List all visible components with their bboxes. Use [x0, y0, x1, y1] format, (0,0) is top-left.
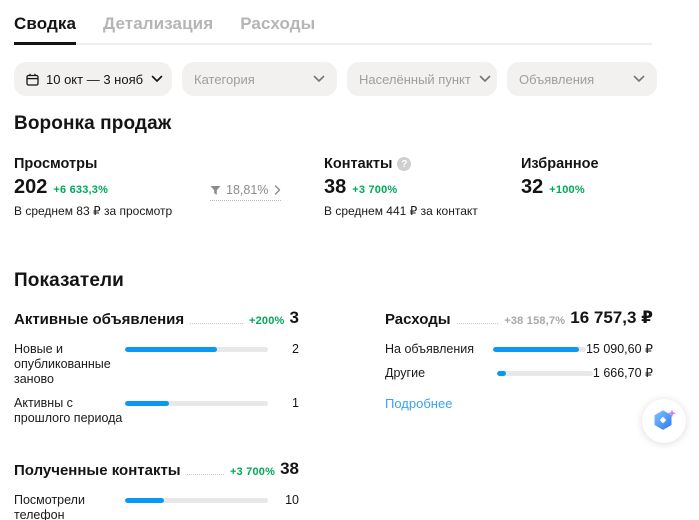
- metric-views-delta: +6 633,3%: [53, 184, 108, 196]
- metric-contacts-value: 38: [324, 176, 346, 199]
- date-range-value: 10 окт — 3 нояб: [46, 72, 143, 87]
- progress-bar: [493, 347, 586, 352]
- metric-contacts-label: Контакты: [324, 156, 392, 172]
- help-icon[interactable]: ?: [397, 157, 411, 171]
- chevron-down-icon: [479, 75, 491, 83]
- ai-assistant-button[interactable]: [642, 399, 686, 443]
- card-title: Полученные контакты: [14, 462, 181, 479]
- category-dropdown[interactable]: Категория: [182, 62, 337, 96]
- tab-bar: Сводка Детализация Расходы: [14, 14, 652, 45]
- card-expenses: Расходы +38 158,7% 16 757,3 ₽ На объявле…: [385, 308, 653, 413]
- card-delta: +200%: [249, 315, 285, 327]
- bar-row: На объявления 15 090,60 ₽: [385, 342, 653, 357]
- listings-placeholder: Объявления: [519, 72, 625, 87]
- dotted-leader: [187, 474, 224, 475]
- metric-views-label: Просмотры: [14, 156, 210, 172]
- metric-views-value: 202: [14, 176, 47, 199]
- card-delta: +3 700%: [230, 466, 275, 478]
- bar-label: Посмотрели телефон: [14, 493, 125, 520]
- bar-label: Активны с прошлого периода: [14, 396, 125, 426]
- progress-bar: [125, 401, 268, 406]
- avito-analytics-page: Сводка Детализация Расходы 10 окт — 3 но…: [0, 0, 699, 520]
- indicator-cards: Активные объявления +200% 3 Новые и опуб…: [14, 308, 699, 520]
- metric-favorites-label: Избранное: [521, 156, 599, 172]
- metric-favorites-delta: +100%: [549, 184, 585, 196]
- card-total: 38: [280, 459, 299, 479]
- filter-bar: 10 окт — 3 нояб Категория Населённый пун…: [14, 62, 699, 96]
- bar-row: Другие 1 666,70 ₽: [385, 366, 653, 381]
- dotted-leader: [190, 323, 243, 324]
- progress-bar: [125, 498, 268, 503]
- ai-assistant-icon: [650, 407, 678, 435]
- metric-views-sub: В среднем 83 ₽ за просмотр: [14, 204, 210, 218]
- metric-favorites-value: 32: [521, 176, 543, 199]
- tab-details[interactable]: Детализация: [103, 14, 213, 43]
- funnel-section-title: Воронка продаж: [14, 113, 699, 135]
- conversion-views-to-contacts[interactable]: 18,81%: [210, 183, 324, 218]
- progress-bar: [497, 371, 593, 376]
- location-placeholder: Населённый пункт: [359, 72, 471, 87]
- date-range-dropdown[interactable]: 10 окт — 3 нояб: [14, 62, 172, 96]
- bar-value: 1: [268, 396, 299, 411]
- chevron-down-icon: [151, 75, 163, 83]
- metric-contacts-sub: В среднем 441 ₽ за контакт: [324, 204, 521, 218]
- expenses-details-link[interactable]: Подробнее: [385, 396, 452, 411]
- bar-value: 1 666,70 ₽: [593, 366, 653, 381]
- chevron-right-icon: [274, 185, 281, 195]
- bar-row: Новые и опубликованные заново 2: [14, 342, 299, 387]
- bar-value: 15 090,60 ₽: [586, 342, 653, 357]
- bar-label: На объявления: [385, 342, 493, 357]
- chevron-down-icon: [313, 75, 325, 83]
- bar-row: Активны с прошлого периода 1: [14, 396, 299, 426]
- metric-views: Просмотры 202 +6 633,3% В среднем 83 ₽ з…: [14, 156, 210, 218]
- card-received-contacts: Полученные контакты +3 700% 38 Посмотрел…: [14, 459, 299, 520]
- chevron-down-icon: [633, 75, 645, 83]
- bar-value: 2: [268, 342, 299, 357]
- bar-label: Новые и опубликованные заново: [14, 342, 125, 387]
- bar-label: Другие: [385, 366, 497, 381]
- progress-bar: [125, 347, 268, 352]
- card-total: 16 757,3 ₽: [570, 308, 653, 328]
- card-delta: +38 158,7%: [504, 315, 565, 327]
- bar-row: Посмотрели телефон 10: [14, 493, 299, 520]
- category-placeholder: Категория: [194, 72, 305, 87]
- card-title: Активные объявления: [14, 311, 184, 328]
- card-title: Расходы: [385, 311, 451, 328]
- tab-expenses[interactable]: Расходы: [240, 14, 315, 43]
- listings-dropdown[interactable]: Объявления: [507, 62, 657, 96]
- funnel-metrics: Просмотры 202 +6 633,3% В среднем 83 ₽ з…: [14, 156, 699, 218]
- bar-value: 10: [268, 493, 299, 508]
- metric-contacts: Контакты ? 38 +3 700% В среднем 441 ₽ за…: [324, 156, 521, 218]
- calendar-icon: [26, 73, 39, 86]
- card-total: 3: [290, 308, 299, 328]
- card-active-listings: Активные объявления +200% 3 Новые и опуб…: [14, 308, 299, 435]
- dotted-leader: [457, 323, 499, 324]
- metric-contacts-delta: +3 700%: [352, 184, 397, 196]
- metric-favorites: Избранное 32 +100%: [521, 156, 599, 218]
- location-dropdown[interactable]: Населённый пункт: [347, 62, 497, 96]
- tab-summary[interactable]: Сводка: [14, 14, 76, 45]
- indicators-section-title: Показатели: [14, 270, 699, 292]
- conversion-value: 18,81%: [226, 183, 268, 197]
- funnel-icon: [210, 185, 221, 196]
